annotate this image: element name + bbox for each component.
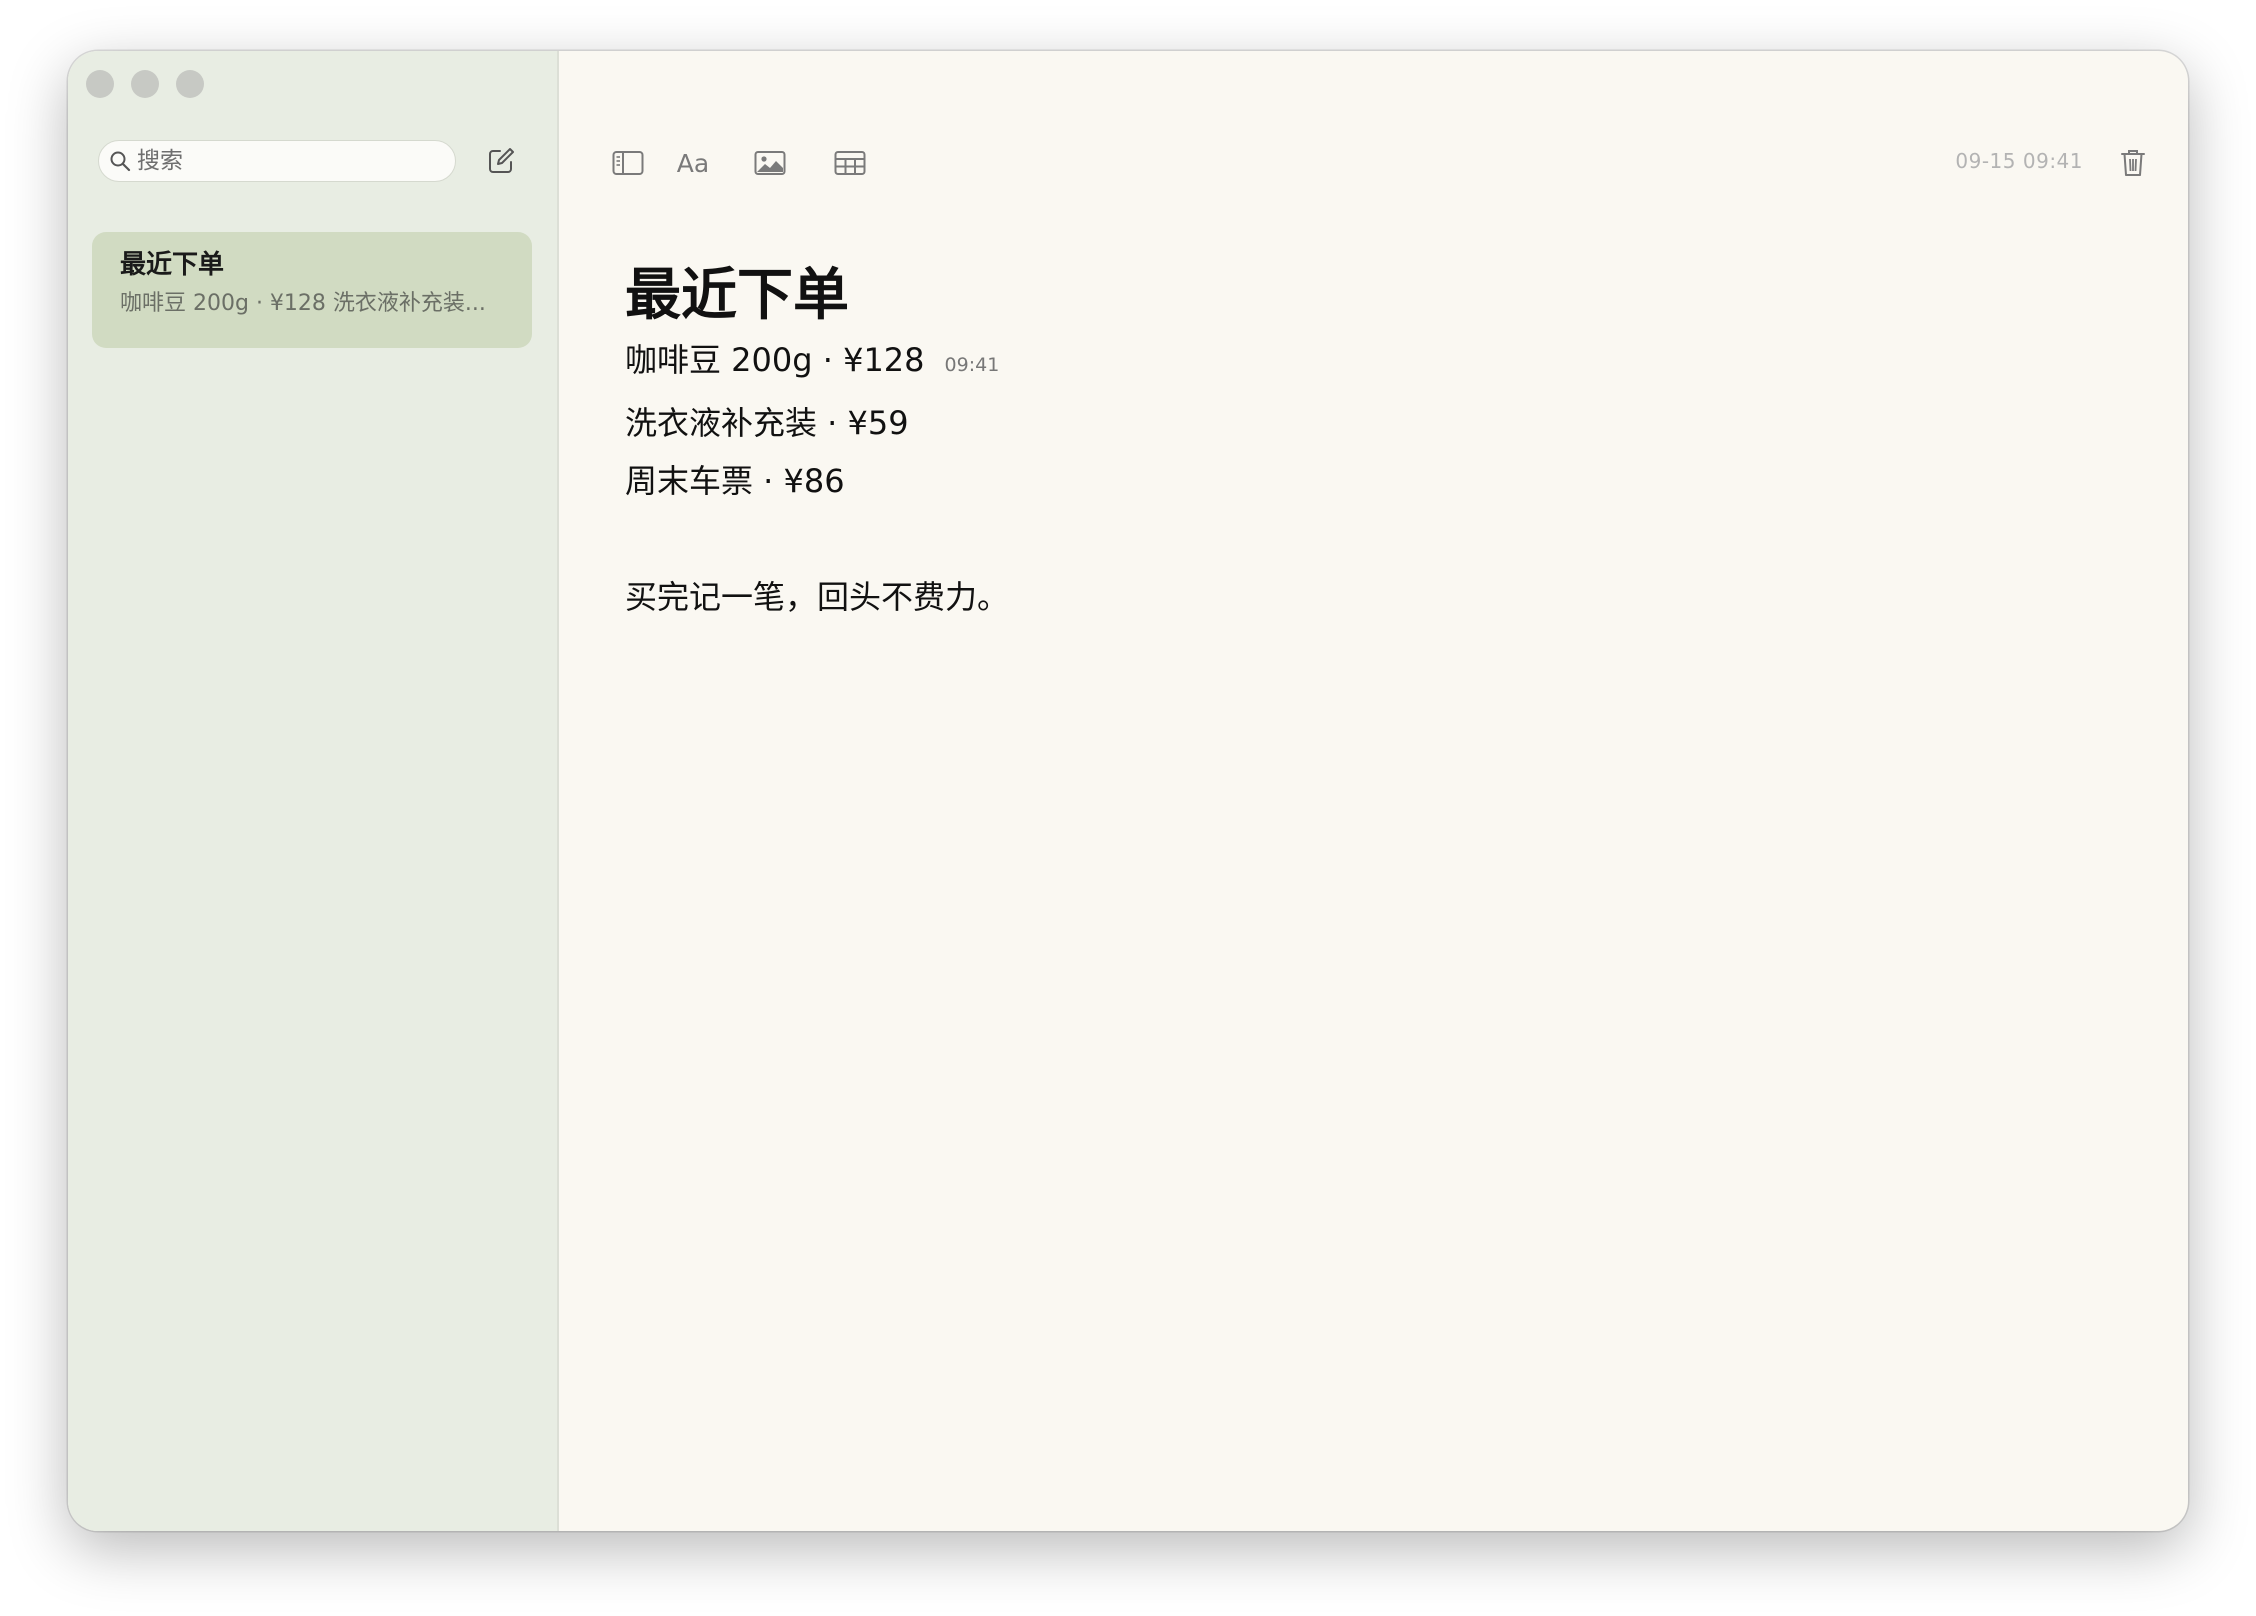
close-window-button[interactable] — [86, 70, 114, 98]
note-list-item-title: 最近下单 — [120, 250, 225, 280]
note-body[interactable]: 最近下单 咖啡豆 200g · ¥128 09:41 洗衣液补充装 · ¥59 周… — [625, 261, 1009, 626]
zoom-window-button[interactable] — [176, 70, 204, 98]
format-button[interactable]: Aa — [673, 146, 713, 180]
note-list-item[interactable]: 最近下单 咖啡豆 200g · ¥128 洗衣液补充装... — [92, 232, 532, 348]
minimize-window-button[interactable] — [131, 70, 159, 98]
note-line-text: 周末车票 · ¥86 — [625, 462, 845, 500]
image-icon — [754, 151, 786, 175]
notes-window: 最近下单 咖啡豆 200g · ¥128 洗衣液补充装... Aa — [68, 51, 2188, 1531]
delete-note-button[interactable] — [2118, 146, 2148, 180]
search-input[interactable] — [135, 147, 439, 175]
trash-icon — [2121, 150, 2145, 176]
insert-image-button[interactable] — [753, 146, 787, 180]
search-icon — [109, 150, 131, 172]
toggle-sidebar-button[interactable] — [611, 146, 645, 180]
note-line-time: 09:41 — [944, 354, 1000, 376]
sidebar-icon — [612, 151, 644, 175]
note-line-text: 洗衣液补充装 · ¥59 — [625, 404, 909, 442]
window-controls — [86, 70, 204, 98]
search-box[interactable] — [98, 140, 456, 182]
sidebar: 最近下单 咖啡豆 200g · ¥128 洗衣液补充装... — [68, 51, 559, 1531]
note-line: 洗衣液补充装 · ¥59 — [625, 394, 1009, 452]
note-line-text: 咖啡豆 200g · ¥128 — [625, 341, 925, 379]
note-title: 最近下单 — [625, 263, 849, 328]
note-list-item-preview: 咖啡豆 200g · ¥128 洗衣液补充装... — [120, 291, 486, 316]
compose-icon — [489, 148, 514, 173]
note-timestamp: 09-15 09:41 — [1955, 149, 2083, 173]
editor: Aa 09-15 09:41 最近下单 咖啡豆 200g · ¥128 09:4… — [559, 51, 2188, 1531]
table-icon — [834, 151, 866, 175]
new-note-button[interactable] — [486, 146, 516, 176]
insert-table-button[interactable] — [833, 146, 867, 180]
note-line: 咖啡豆 200g · ¥128 09:41 — [625, 331, 1009, 394]
note-line: 周末车票 · ¥86 — [625, 452, 1009, 510]
note-footer-line: 买完记一笔，回头不费力。 — [625, 578, 1010, 616]
